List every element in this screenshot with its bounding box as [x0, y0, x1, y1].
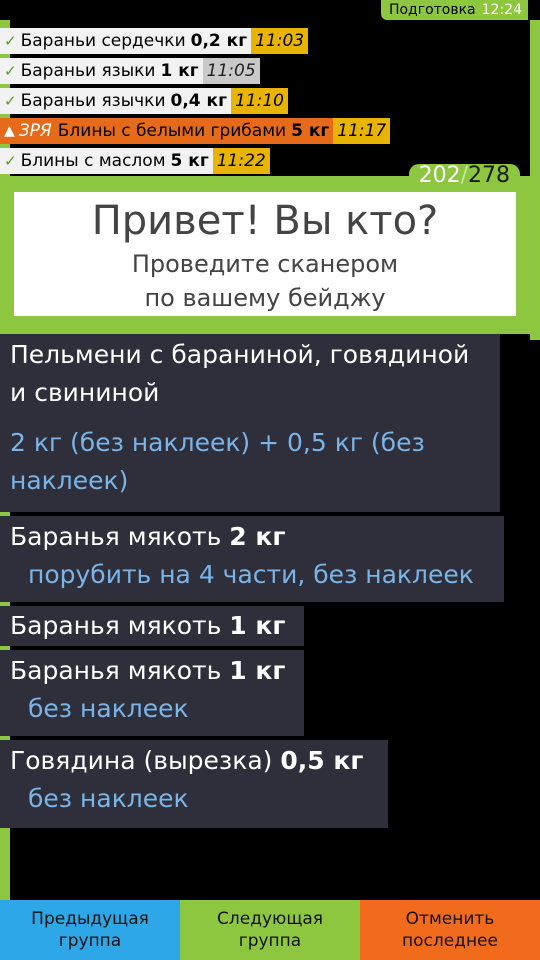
button-text: Следующая группа: [217, 908, 323, 952]
task-note-line-2: наклеек): [10, 466, 129, 495]
button-line-1: Отменить: [405, 909, 495, 929]
done-item-time: 11:17: [333, 118, 391, 144]
done-item[interactable]: ✓ Бараньи сердечки 0,2 кг 11:03: [0, 28, 309, 54]
done-item-qty: 5 кг: [291, 121, 330, 141]
done-item-qty: 5 кг: [170, 151, 209, 171]
right-accent-strip: [530, 0, 540, 340]
button-line-1: Предыдущая: [31, 909, 149, 929]
done-item-time: 11:10: [230, 88, 288, 114]
next-group-button[interactable]: Следующая группа: [180, 900, 360, 960]
done-item[interactable]: ✓ Бараньи языки 1 кг 11:05: [0, 58, 260, 84]
done-item-name: Бараньи язычки: [20, 91, 166, 111]
done-item-time: 11:05: [202, 58, 260, 84]
task-title: Баранья мякоть 2 кг: [0, 516, 504, 556]
check-icon: ✓: [4, 32, 17, 50]
warning-icon: ▲: [4, 123, 15, 139]
task-title: Баранья мякоть 1 кг: [0, 650, 304, 690]
task-card[interactable]: Баранья мякоть 1 кг без наклеек: [0, 650, 304, 736]
task-qty: 1 кг: [229, 656, 286, 685]
done-item-name: Бараньи языки: [20, 61, 156, 81]
task-note: без наклеек: [28, 694, 189, 723]
task-card[interactable]: Баранья мякоть 2 кг порубить на 4 части,…: [0, 516, 504, 602]
button-line-2: последнее: [402, 931, 498, 951]
counter-separator: /: [460, 163, 468, 188]
task-card[interactable]: Говядина (вырезка) 0,5 кг без наклеек: [0, 740, 388, 828]
task-name: Баранья мякоть: [10, 656, 222, 685]
done-item-qty: 1 кг: [160, 61, 199, 81]
previous-group-button[interactable]: Предыдущая группа: [0, 900, 180, 960]
task-title: Баранья мякоть 1 кг: [0, 606, 304, 645]
done-item-alert[interactable]: ▲ ЗРЯ Блины с белыми грибами 5 кг 11:17: [0, 118, 391, 144]
task-note: без наклеек: [28, 784, 189, 813]
done-item-name: Блины с белыми грибами: [57, 121, 287, 141]
task-qty: 0,5 кг: [280, 746, 364, 775]
button-line-1: Следующая: [217, 909, 323, 929]
done-item-name: Блины с маслом: [20, 151, 166, 171]
done-item-body: ✓ Бараньи язычки 0,4 кг: [0, 88, 231, 114]
task-name: Баранья мякоть: [10, 611, 222, 640]
done-item-body: ✓ Блины с маслом 5 кг: [0, 148, 213, 174]
done-item-time: 11:22: [212, 148, 270, 174]
check-icon: ✓: [4, 62, 17, 80]
task-qty: 2 кг: [229, 522, 286, 551]
done-item-body: ▲ ЗРЯ Блины с белыми грибами 5 кг: [0, 118, 334, 144]
done-item-name: Бараньи сердечки: [20, 31, 186, 51]
task-name-line-2: и свининой: [10, 378, 160, 407]
task-name: Говядина (вырезка): [10, 746, 273, 775]
counter-done: 202: [418, 163, 461, 188]
task-qty: 1 кг: [229, 611, 286, 640]
done-item-time: 11:03: [251, 28, 309, 54]
greeting-box: Привет! Вы кто? Проведите сканером по ва…: [14, 192, 516, 316]
alert-prefix: ЗРЯ: [18, 121, 52, 141]
greeting-line-1: Проведите сканером: [131, 250, 399, 278]
task-card[interactable]: Пельмени с бараниной, говядиной и свинин…: [0, 334, 500, 512]
done-item-qty: 0,4 кг: [170, 91, 227, 111]
button-line-2: группа: [58, 931, 122, 951]
done-item-body: ✓ Бараньи сердечки 0,2 кг: [0, 28, 252, 54]
progress-counter: 202/278: [408, 163, 520, 188]
status-label: Подготовка: [388, 2, 476, 18]
greeting-line-2: по вашему бейджу: [144, 284, 386, 312]
done-item-qty: 0,2 кг: [190, 31, 248, 51]
done-item[interactable]: ✓ Бараньи язычки 0,4 кг 11:10: [0, 88, 288, 114]
counter-total: 278: [468, 163, 510, 188]
task-card[interactable]: Баранья мякоть 1 кг: [0, 606, 304, 646]
task-title: Говядина (вырезка) 0,5 кг: [0, 740, 388, 780]
task-name-line-1: Пельмени с бараниной, говядиной: [10, 340, 470, 369]
task-note: порубить на 4 части, без наклеек: [28, 560, 474, 589]
done-item[interactable]: ✓ Блины с маслом 5 кг 11:22: [0, 148, 270, 174]
button-text: Предыдущая группа: [31, 908, 149, 952]
status-indicator: Подготовка 12:24: [380, 0, 528, 20]
task-name: Баранья мякоть: [10, 522, 222, 551]
greeting-title: Привет! Вы кто?: [91, 198, 439, 244]
done-item-body: ✓ Бараньи языки 1 кг: [0, 58, 203, 84]
task-note-line-1: 2 кг (без наклеек) + 0,5 кг (без: [10, 428, 425, 457]
button-text: Отменить последнее: [402, 908, 498, 952]
undo-last-button[interactable]: Отменить последнее: [360, 900, 540, 960]
check-icon: ✓: [4, 92, 17, 110]
check-icon: ✓: [4, 152, 17, 170]
button-line-2: группа: [238, 931, 302, 951]
status-time: 12:24: [481, 2, 522, 18]
